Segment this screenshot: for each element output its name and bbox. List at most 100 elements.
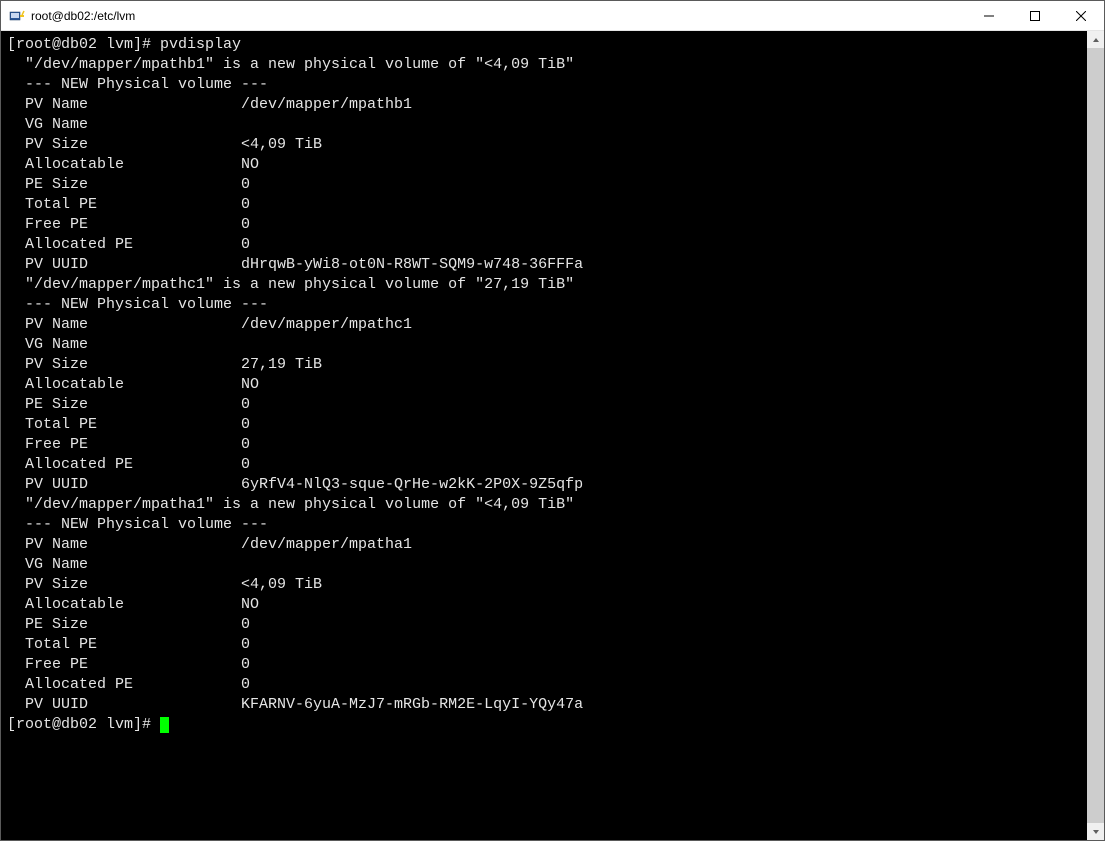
field-key: Total PE: [7, 415, 241, 435]
output-line: VG Name: [7, 555, 1081, 575]
field-key: Allocatable: [7, 155, 241, 175]
field-value: 0: [241, 396, 250, 413]
field-value: 0: [241, 176, 250, 193]
field-key: PV UUID: [7, 255, 241, 275]
field-value: /dev/mapper/mpathb1: [241, 96, 412, 113]
prompt-line: [root@db02 lvm]#: [7, 715, 1081, 735]
field-key: PV Name: [7, 95, 241, 115]
field-value: 0: [241, 436, 250, 453]
output-line: PV Name/dev/mapper/mpathc1: [7, 315, 1081, 335]
window-controls: [966, 1, 1104, 30]
field-value: 0: [241, 216, 250, 233]
output-line: --- NEW Physical volume ---: [7, 295, 1081, 315]
output-line: PV Size<4,09 TiB: [7, 135, 1081, 155]
field-key: Free PE: [7, 655, 241, 675]
field-value: 0: [241, 636, 250, 653]
field-key: PE Size: [7, 175, 241, 195]
output-line: AllocatableNO: [7, 595, 1081, 615]
output-line: Free PE0: [7, 435, 1081, 455]
output-line: Total PE0: [7, 195, 1081, 215]
output-line: PV UUIDKFARNV-6yuA-MzJ7-mRGb-RM2E-LqyI-Y…: [7, 695, 1081, 715]
output-line: PE Size0: [7, 615, 1081, 635]
field-key: Allocated PE: [7, 235, 241, 255]
output-line: Allocated PE0: [7, 235, 1081, 255]
field-key: VG Name: [7, 555, 241, 575]
field-value: dHrqwB-yWi8-ot0N-R8WT-SQM9-w748-36FFFa: [241, 256, 583, 273]
scroll-down-button[interactable]: [1087, 823, 1104, 840]
field-key: Allocated PE: [7, 675, 241, 695]
field-value: 0: [241, 456, 250, 473]
minimize-button[interactable]: [966, 1, 1012, 30]
field-key: PV Size: [7, 135, 241, 155]
shell-prompt: [root@db02 lvm]#: [7, 716, 160, 733]
field-key: PE Size: [7, 615, 241, 635]
scroll-up-button[interactable]: [1087, 31, 1104, 48]
cursor: [160, 717, 169, 733]
field-key: Allocatable: [7, 595, 241, 615]
field-value: 0: [241, 196, 250, 213]
output-line: --- NEW Physical volume ---: [7, 75, 1081, 95]
output-line: "/dev/mapper/mpathc1" is a new physical …: [7, 275, 1081, 295]
field-value: NO: [241, 156, 259, 173]
terminal-output[interactable]: [root@db02 lvm]# pvdisplay "/dev/mapper/…: [1, 31, 1087, 840]
field-value: 0: [241, 676, 250, 693]
field-value: 6yRfV4-NlQ3-sque-QrHe-w2kK-2P0X-9Z5qfp: [241, 476, 583, 493]
output-line: Allocated PE0: [7, 675, 1081, 695]
scrollbar-thumb[interactable]: [1087, 48, 1104, 823]
scrollbar-track[interactable]: [1087, 48, 1104, 823]
output-line: PV Name/dev/mapper/mpatha1: [7, 535, 1081, 555]
field-value: 0: [241, 616, 250, 633]
field-key: PV Size: [7, 575, 241, 595]
output-line: "/dev/mapper/mpathb1" is a new physical …: [7, 55, 1081, 75]
field-key: Free PE: [7, 215, 241, 235]
output-line: Total PE0: [7, 635, 1081, 655]
output-line: VG Name: [7, 115, 1081, 135]
field-key: PV Name: [7, 315, 241, 335]
output-line: PE Size0: [7, 175, 1081, 195]
field-value: <4,09 TiB: [241, 576, 322, 593]
field-value: NO: [241, 376, 259, 393]
output-line: AllocatableNO: [7, 155, 1081, 175]
field-value: 0: [241, 416, 250, 433]
output-line: "/dev/mapper/mpatha1" is a new physical …: [7, 495, 1081, 515]
window-titlebar[interactable]: root@db02:/etc/lvm: [1, 1, 1104, 31]
field-key: Free PE: [7, 435, 241, 455]
putty-icon: [9, 8, 25, 24]
output-line: VG Name: [7, 335, 1081, 355]
field-key: PE Size: [7, 395, 241, 415]
field-key: PV UUID: [7, 695, 241, 715]
shell-prompt: [root@db02 lvm]#: [7, 36, 160, 53]
output-line: PV Size<4,09 TiB: [7, 575, 1081, 595]
field-value: KFARNV-6yuA-MzJ7-mRGb-RM2E-LqyI-YQy47a: [241, 696, 583, 713]
terminal-container: [root@db02 lvm]# pvdisplay "/dev/mapper/…: [1, 31, 1104, 840]
field-key: Total PE: [7, 195, 241, 215]
output-line: PV UUID6yRfV4-NlQ3-sque-QrHe-w2kK-2P0X-9…: [7, 475, 1081, 495]
output-line: AllocatableNO: [7, 375, 1081, 395]
field-key: PV UUID: [7, 475, 241, 495]
field-key: Allocatable: [7, 375, 241, 395]
field-key: Allocated PE: [7, 455, 241, 475]
output-line: Free PE0: [7, 655, 1081, 675]
output-line: PE Size0: [7, 395, 1081, 415]
field-value: 0: [241, 656, 250, 673]
output-line: --- NEW Physical volume ---: [7, 515, 1081, 535]
field-key: PV Size: [7, 355, 241, 375]
field-value: /dev/mapper/mpatha1: [241, 536, 412, 553]
prompt-line: [root@db02 lvm]# pvdisplay: [7, 35, 1081, 55]
output-line: Total PE0: [7, 415, 1081, 435]
window-title: root@db02:/etc/lvm: [31, 9, 966, 23]
field-key: Total PE: [7, 635, 241, 655]
field-value: /dev/mapper/mpathc1: [241, 316, 412, 333]
scrollbar[interactable]: [1087, 31, 1104, 840]
command-text: pvdisplay: [160, 36, 241, 53]
field-value: 0: [241, 236, 250, 253]
maximize-button[interactable]: [1012, 1, 1058, 30]
close-button[interactable]: [1058, 1, 1104, 30]
output-line: PV Name/dev/mapper/mpathb1: [7, 95, 1081, 115]
output-line: PV UUIDdHrqwB-yWi8-ot0N-R8WT-SQM9-w748-3…: [7, 255, 1081, 275]
output-line: Free PE0: [7, 215, 1081, 235]
field-key: VG Name: [7, 335, 241, 355]
field-key: VG Name: [7, 115, 241, 135]
field-key: PV Name: [7, 535, 241, 555]
output-line: Allocated PE0: [7, 455, 1081, 475]
